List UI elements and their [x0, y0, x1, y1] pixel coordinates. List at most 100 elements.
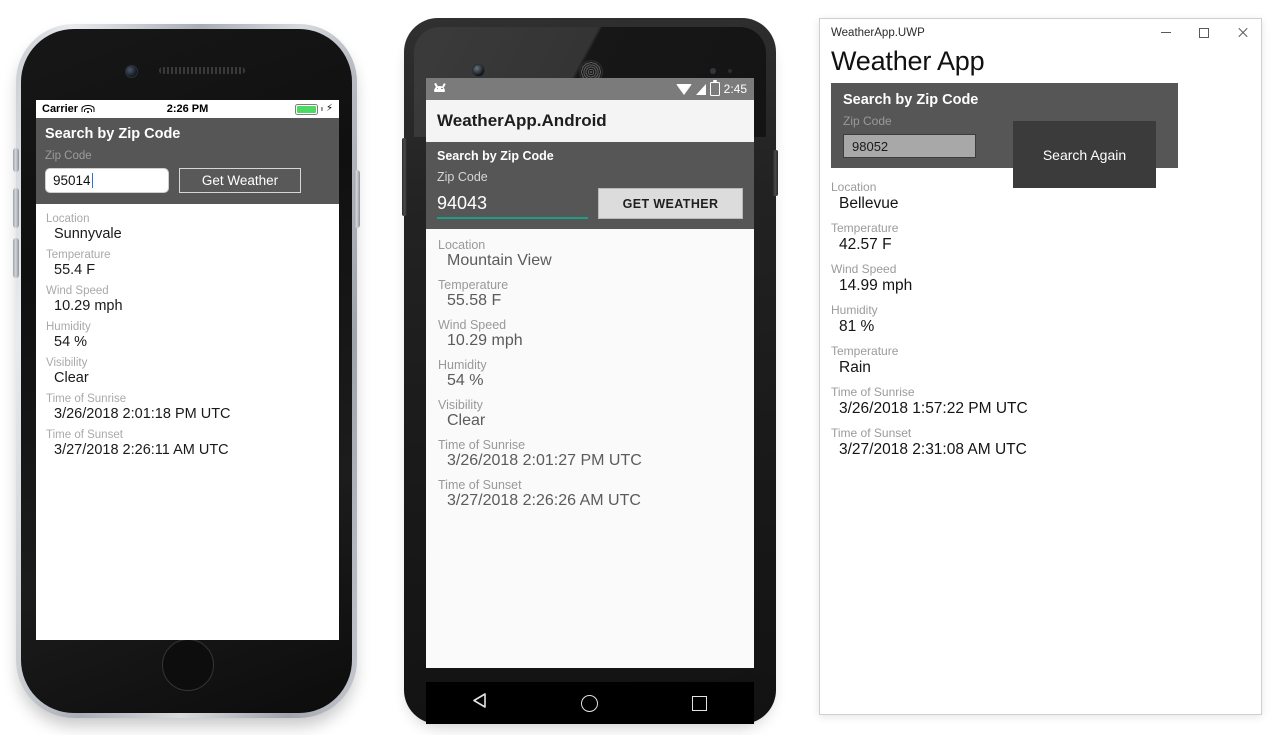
list-item: Time of Sunset 3/27/2018 2:26:26 AM UTC [438, 478, 742, 510]
home-icon[interactable] [581, 694, 598, 712]
close-button[interactable] [1223, 19, 1261, 46]
field-value: 3/26/2018 2:01:27 PM UTC [447, 452, 642, 469]
field-value: 54 % [54, 334, 88, 350]
field-value: Sunnyvale [54, 226, 122, 242]
field-label: Time of Sunrise [46, 393, 127, 405]
list-item: Temperature Rain [831, 344, 1261, 377]
ios-search-title: Search by Zip Code [45, 126, 181, 142]
uwp-zip-input[interactable]: 98052 [843, 134, 976, 158]
uwp-window: WeatherApp.UWP Weather App Search by Zip… [819, 18, 1262, 715]
field-label: Humidity [831, 303, 878, 317]
battery-icon [295, 103, 319, 115]
field-value: 42.57 F [839, 236, 892, 253]
field-value: Rain [839, 359, 871, 376]
android-volume-button[interactable] [402, 138, 407, 216]
bolt-glyph: ⚡ [711, 84, 718, 93]
android-zip-input-value: 94043 [437, 193, 488, 213]
back-icon[interactable] [473, 693, 487, 713]
android-zip-input[interactable]: 94043 [437, 193, 588, 219]
list-item: Temperature 55.58 F [438, 278, 742, 310]
get-weather-button[interactable]: Get Weather [179, 168, 301, 193]
list-item: Humidity 54 % [46, 321, 329, 350]
list-item: Humidity 54 % [438, 358, 742, 390]
field-label: Humidity [438, 358, 487, 372]
field-label: Time of Sunrise [438, 438, 526, 452]
uwp-search-title: Search by Zip Code [843, 92, 979, 108]
list-item: Humidity 81 % [831, 303, 1261, 336]
ios-status-bar: Carrier 2:26 PM ⚡ [36, 100, 339, 118]
android-power-button[interactable] [773, 150, 778, 196]
android-robot-icon [433, 82, 446, 95]
field-label: Visibility [438, 398, 483, 412]
iphone-silent-switch[interactable] [13, 148, 19, 172]
android-search-row: 94043 GET WEATHER [437, 188, 743, 219]
android-status-bar: ⚡ 2:45 [426, 78, 754, 100]
search-again-button[interactable]: Search Again [1013, 121, 1156, 188]
get-weather-button[interactable]: GET WEATHER [598, 188, 743, 219]
field-value: 3/26/2018 1:57:22 PM UTC [839, 400, 1028, 417]
close-icon [1237, 27, 1248, 38]
uwp-window-title: WeatherApp.UWP [831, 26, 925, 39]
iphone-volume-down-button[interactable] [13, 238, 19, 278]
ios-zip-input-value: 95014 [53, 173, 91, 188]
list-item: Location Sunnyvale [46, 213, 329, 242]
ios-zip-label: Zip Code [45, 150, 92, 162]
text-caret [91, 173, 94, 188]
android-navigation-bar [426, 682, 754, 724]
field-label: Temperature [831, 221, 899, 235]
uwp-weather-list: Location Bellevue Temperature 42.57 F Wind… [820, 168, 1261, 459]
minimize-icon [1161, 32, 1171, 33]
maximize-icon [1199, 27, 1209, 38]
signal-icon [695, 83, 706, 95]
android-weather-list: Location Mountain View Temperature 55.58 F… [426, 229, 754, 668]
field-value: Bellevue [839, 195, 899, 212]
field-label: Temperature [438, 278, 509, 292]
field-label: Wind Speed [831, 262, 897, 276]
field-value: Mountain View [447, 252, 552, 269]
lightning-bolt-icon: ⚡ [325, 103, 333, 114]
android-app-bar-title: WeatherApp.Android [426, 100, 754, 142]
battery-nub [321, 107, 323, 111]
android-input-underline [437, 217, 588, 219]
uwp-search-panel: Search by Zip Code Zip Code 98052 Search… [831, 83, 1178, 188]
ios-search-row: 95014 Get Weather [45, 168, 330, 193]
list-item: Time of Sunrise 3/26/2018 1:57:22 PM UTC [831, 385, 1261, 418]
iphone-home-button[interactable] [161, 639, 214, 691]
android-screen: ⚡ 2:45 WeatherApp.Android Search by Zip … [426, 78, 754, 668]
field-label: Temperature [46, 249, 111, 261]
list-item: Time of Sunrise 3/26/2018 2:01:18 PM UTC [46, 393, 329, 422]
iphone-earpiece-speaker [158, 67, 245, 74]
android-front-camera-icon [472, 64, 485, 77]
field-label: Temperature [831, 344, 899, 358]
wifi-icon [81, 104, 95, 114]
ios-zip-input[interactable]: 95014 [45, 168, 169, 193]
android-clock: 2:45 [723, 82, 747, 96]
field-label: Visibility [46, 357, 88, 369]
field-label: Location [46, 213, 90, 225]
app-comparison-screenshot: Carrier 2:26 PM ⚡ Search by Zip Code Zip… [0, 0, 1280, 735]
maximize-button[interactable] [1185, 19, 1223, 46]
battery-charging-icon: ⚡ [709, 80, 720, 96]
field-label: Wind Speed [46, 285, 109, 297]
minimize-button[interactable] [1147, 19, 1185, 46]
page-title: Weather App [831, 46, 985, 76]
ios-search-panel: Search by Zip Code Zip Code 95014 Get We… [36, 118, 339, 204]
android-proximity-sensor [710, 68, 716, 74]
field-label: Time of Sunset [831, 426, 912, 440]
iphone-volume-up-button[interactable] [13, 188, 19, 228]
field-value: 10.29 mph [54, 298, 123, 314]
list-item: Time of Sunrise 3/26/2018 2:01:27 PM UTC [438, 438, 742, 470]
field-value: 55.4 F [54, 262, 96, 278]
iphone-power-button[interactable] [354, 170, 360, 228]
field-value: 10.29 mph [447, 332, 523, 349]
field-label: Time of Sunrise [831, 385, 915, 399]
android-search-title: Search by Zip Code [437, 149, 554, 163]
list-item: Visibility Clear [46, 357, 329, 386]
ios-carrier-label: Carrier [42, 103, 79, 115]
list-item: Visibility Clear [438, 398, 742, 430]
list-item: Temperature 42.57 F [831, 221, 1261, 254]
field-label: Time of Sunset [46, 429, 123, 441]
list-item: Location Mountain View [438, 238, 742, 270]
field-label: Wind Speed [438, 318, 507, 332]
recents-icon[interactable] [692, 695, 707, 711]
